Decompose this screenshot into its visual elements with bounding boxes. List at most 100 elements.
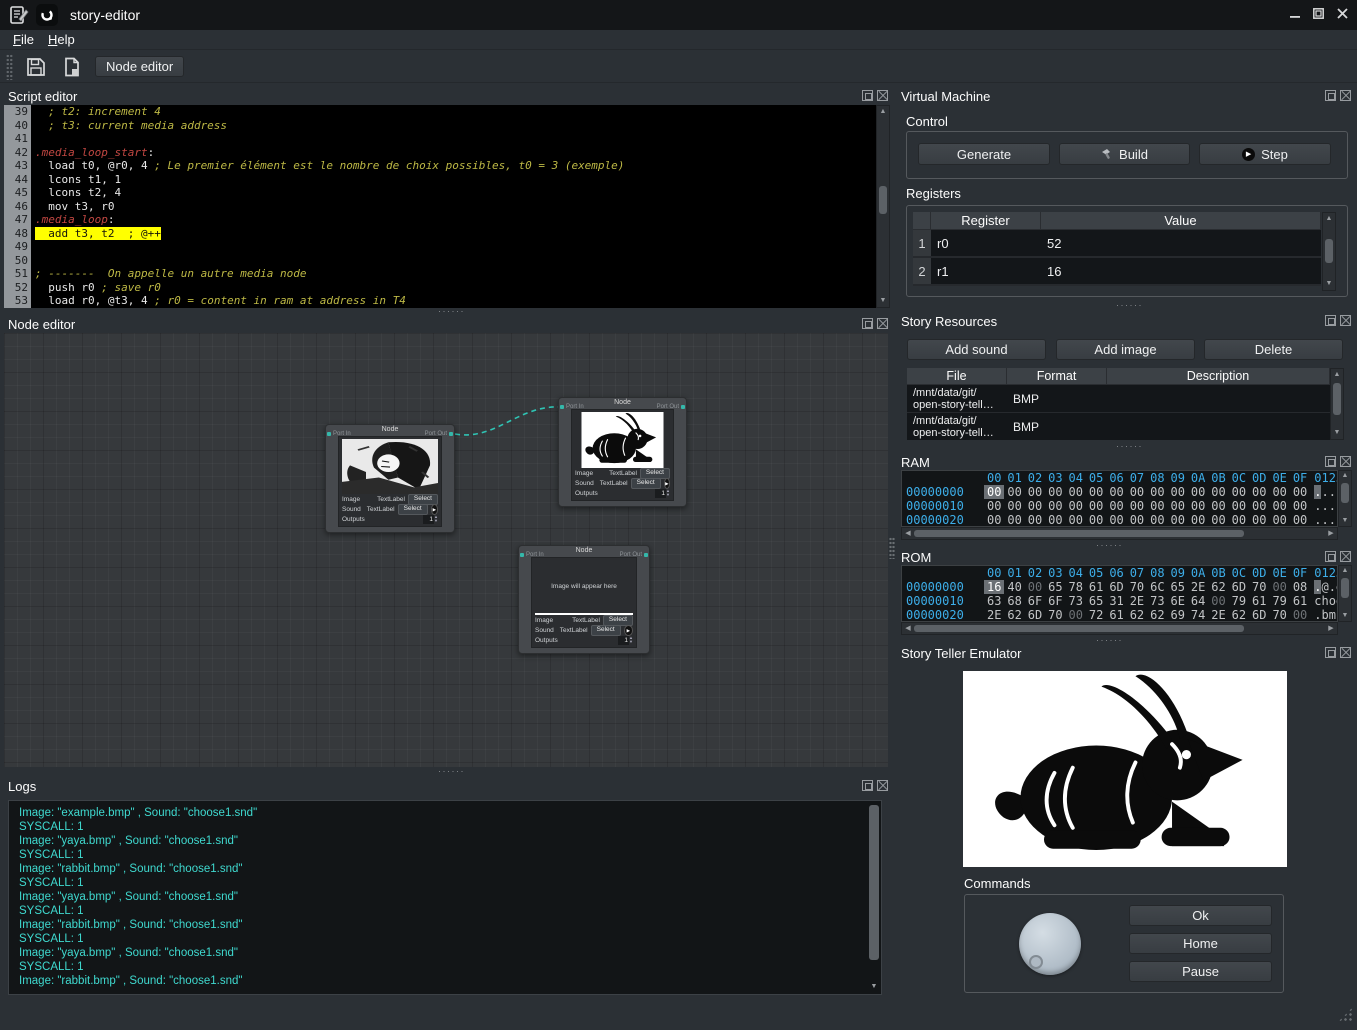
port-out-dot[interactable] [644,553,648,557]
hex-byte[interactable]: 00 [1290,608,1310,622]
hex-byte[interactable]: 08 [1290,580,1310,594]
hex-byte[interactable]: 00 [1045,485,1065,499]
column-splitter-handle[interactable] [889,537,895,559]
hex-byte[interactable]: 79 [1229,594,1249,608]
hex-byte[interactable]: 00 [1066,499,1086,513]
hex-byte[interactable]: 00 [984,485,1004,499]
value-cell[interactable]: 52 [1041,230,1321,258]
value-column-header[interactable]: Value [1041,212,1321,230]
sound-select-button[interactable]: Select [398,504,428,515]
line-code[interactable] [31,240,35,254]
sound-play-button[interactable]: ▶ [624,625,633,636]
add-image-button[interactable]: Add image [1056,339,1195,360]
hex-byte[interactable]: 62 [1229,608,1249,622]
ram-hscrollbar[interactable]: ◀ ▶ [901,527,1338,540]
hex-byte[interactable]: 2E [984,608,1004,622]
hex-byte[interactable]: 00 [1025,580,1045,594]
description-cell[interactable] [1107,413,1330,440]
line-code[interactable]: lcons t1, 1 [31,173,121,187]
hex-byte[interactable]: 00 [1106,485,1126,499]
toolbar-drag-handle[interactable] [6,54,13,80]
splitter-handle[interactable]: ······ [1096,540,1123,550]
hex-byte[interactable]: 00 [1229,485,1249,499]
hex-byte[interactable]: 61 [1086,580,1106,594]
hex-byte[interactable]: 6F [1045,594,1065,608]
home-button[interactable]: Home [1129,933,1272,954]
float-icon[interactable] [1325,315,1336,326]
hex-byte[interactable]: 00 [1004,513,1024,527]
file-cell[interactable]: /mnt/data/git/open-story-tell… [907,413,1007,440]
maximize-button[interactable] [1308,3,1329,24]
close-icon[interactable] [1340,647,1351,658]
line-code[interactable]: .media_loop: [31,213,114,227]
hex-byte[interactable]: 00 [1066,485,1086,499]
line-code[interactable]: add t3, t2 ; @++ [31,227,161,241]
splitter-handle[interactable]: ······ [1096,635,1123,645]
hex-byte[interactable]: 65 [1168,580,1188,594]
hex-byte[interactable]: 00 [1269,580,1289,594]
media-node[interactable]: NodePort InPort OutImageTextLabelSelectS… [558,397,687,507]
hex-byte[interactable]: 6F [1025,594,1045,608]
register-column-header[interactable]: Register [931,212,1041,230]
hex-byte[interactable]: 63 [984,594,1004,608]
hex-byte[interactable]: 72 [1086,608,1106,622]
hex-byte[interactable]: 61 [1106,608,1126,622]
hex-byte[interactable]: 00 [1147,513,1167,527]
hex-byte[interactable]: 00 [1004,485,1024,499]
spin-down-icon[interactable]: ▼ [434,519,438,524]
build-button[interactable]: Build [1059,143,1190,165]
file-column-header[interactable]: File [907,368,1007,385]
close-icon[interactable] [877,780,888,791]
hex-byte[interactable]: 00 [1106,513,1126,527]
hex-byte[interactable]: 6E [1168,594,1188,608]
hex-byte[interactable]: 00 [1147,485,1167,499]
float-icon[interactable] [1325,90,1336,101]
outputs-value[interactable]: 1 [655,489,666,498]
format-cell[interactable]: BMP [1007,413,1107,440]
port-out-dot[interactable] [449,432,453,436]
hex-byte[interactable]: 70 [1269,608,1289,622]
hex-byte[interactable]: 68 [1004,594,1024,608]
hex-byte[interactable]: 00 [1229,499,1249,513]
rom-vscrollbar[interactable]: ▲ ▼ [1338,565,1352,622]
hex-byte[interactable]: 00 [1229,513,1249,527]
hex-byte[interactable]: 00 [1045,513,1065,527]
resources-scrollbar[interactable]: ▲ ▼ [1330,368,1344,440]
hex-byte[interactable]: 40 [1004,580,1024,594]
hex-byte[interactable]: 00 [1086,513,1106,527]
menu-help[interactable]: Help [48,32,75,47]
float-icon[interactable] [1325,647,1336,658]
float-icon[interactable] [862,90,873,101]
hex-byte[interactable]: 62 [1127,608,1147,622]
logs-scrollbar[interactable]: ▼ [867,801,881,994]
hex-byte[interactable]: 70 [1127,580,1147,594]
spinner-arrows[interactable]: ▲▼ [434,515,438,524]
hex-byte[interactable]: 70 [1045,608,1065,622]
float-icon[interactable] [1325,551,1336,562]
hex-byte[interactable]: 2E [1188,580,1208,594]
hex-byte[interactable]: 00 [1025,499,1045,513]
hex-byte[interactable]: 00 [1249,499,1269,513]
hex-byte[interactable]: 00 [1269,499,1289,513]
minimize-button[interactable] [1284,3,1305,24]
hex-byte[interactable]: 00 [1045,499,1065,513]
register-row[interactable]: 2r116 [913,258,1321,286]
sound-play-button[interactable]: ▶ [664,478,670,489]
sound-select-button[interactable]: Select [591,625,621,636]
hex-byte[interactable]: 00 [1106,499,1126,513]
hex-byte[interactable]: 73 [1147,594,1167,608]
hex-byte[interactable]: 2E [1127,594,1147,608]
menu-file[interactable]: File [13,32,34,47]
rom-hscrollbar[interactable]: ◀ ▶ [901,622,1338,635]
hex-byte[interactable]: 00 [1066,513,1086,527]
spin-down-icon[interactable]: ▼ [666,493,670,498]
register-cell[interactable]: r1 [931,258,1041,286]
delete-button[interactable]: Delete [1204,339,1343,360]
logs-view[interactable]: Image: "example.bmp" , Sound: "choose1.s… [8,800,882,995]
hex-byte[interactable]: 00 [984,513,1004,527]
line-code[interactable] [31,132,35,146]
sound-play-button[interactable]: ▶ [431,504,438,515]
splitter-handle[interactable]: ······ [438,306,465,316]
step-button[interactable]: ▶ Step [1199,143,1331,165]
outputs-value[interactable]: 1 [618,636,629,645]
